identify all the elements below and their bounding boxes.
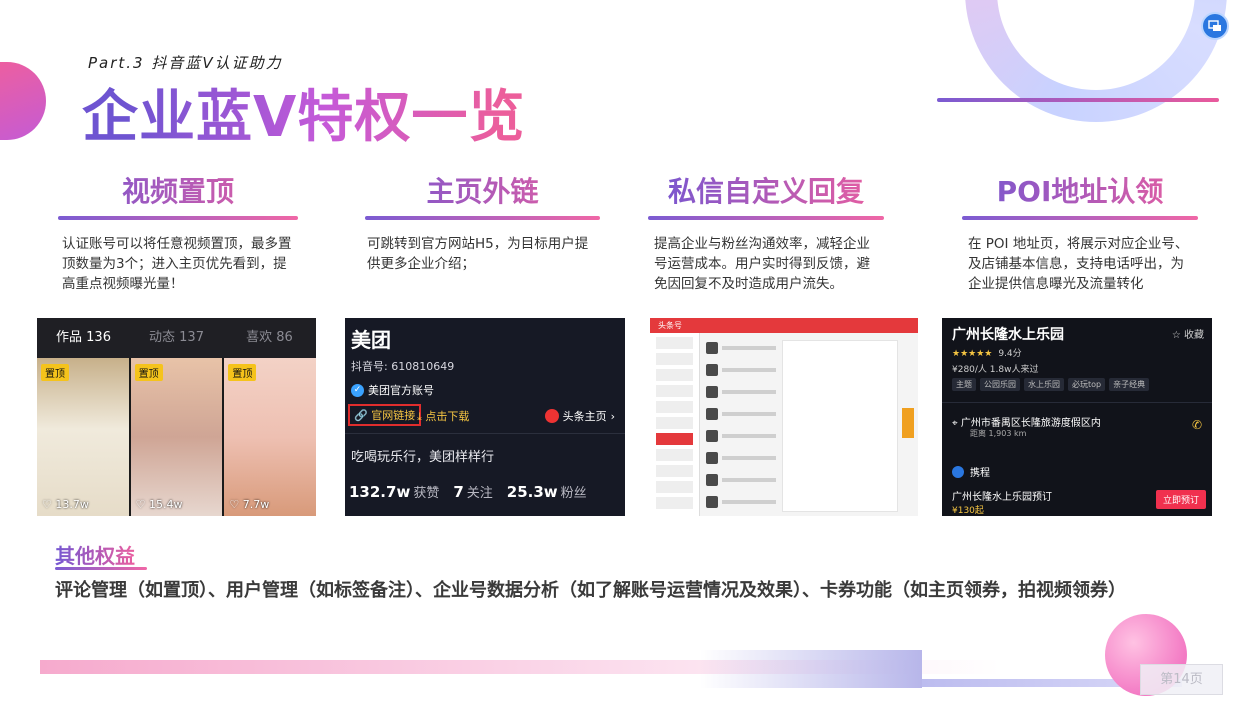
decorative-half-circle <box>0 62 46 140</box>
page-title: 企业蓝V特权一览 <box>82 72 525 153</box>
feature-video-pin: 视频置顶 认证账号可以将任意视频置顶，最多置顶数量为3个；进入主页优先看到，提高… <box>58 170 298 294</box>
feature-title: POI地址认领 <box>962 170 1198 210</box>
message-panel <box>782 340 898 512</box>
screenshot-pinned-videos: 作品 136 动态 137 喜欢 86 置顶 ♡ 13.7w 置顶 ♡ 15.4… <box>37 318 316 516</box>
feature-homepage-link: 主页外链 可跳转到官方网站H5，为目标用户提供更多企业介绍； <box>365 170 600 274</box>
feature-description: 在 POI 地址页，将展示对应企业号、及店铺基本信息，支持电话呼出，为企业提供信… <box>968 236 1189 292</box>
link-icon: 🔗 <box>354 409 368 422</box>
feature-underline <box>648 216 884 220</box>
poi-title: 广州长隆水上乐园 <box>952 327 1064 343</box>
phone-icon[interactable]: ✆ <box>1192 418 1202 432</box>
other-benefits-title: 其他权益 <box>55 540 135 569</box>
tab-activity[interactable]: 动态 137 <box>130 318 223 358</box>
screenshot-poi-page: 广州长隆水上乐园 ☆ 收藏 ★★★★★ 9.4分 ¥280/人 1.8w人来过 主… <box>942 318 1212 516</box>
stat-fans: 25.3w 粉丝 <box>506 483 587 501</box>
account-stats: 132.7w 获赞 7 关注 25.3w 粉丝 <box>349 482 587 501</box>
feature-underline <box>962 216 1198 220</box>
tab-works[interactable]: 作品 136 <box>37 318 130 358</box>
side-tab[interactable] <box>902 408 914 438</box>
screen-share-icon <box>1208 20 1221 31</box>
deal-price: ¥130起 <box>952 506 984 516</box>
other-benefits-text: 评论管理（如置顶）、用户管理（如标签备注）、企业号数据分析（如了解账号运营情况及… <box>55 580 1126 601</box>
star-icon: ☆ <box>1171 330 1181 341</box>
feature-underline <box>365 216 600 220</box>
deal-title: 广州长隆水上乐园预订 <box>952 492 1052 503</box>
screen-share-button[interactable] <box>1201 12 1229 40</box>
official-link-button[interactable]: 🔗 官网链接 <box>348 404 422 426</box>
poi-tag[interactable]: 必玩top <box>1068 378 1106 391</box>
like-count: ♡ 15.4w <box>135 498 183 511</box>
decorative-band-violet <box>700 650 922 688</box>
feature-description: 认证账号可以将任意视频置顶，最多置顶数量为3个；进入主页优先看到，提高重点视频曝… <box>62 236 292 292</box>
decorative-line-top <box>937 98 1219 102</box>
slide: Part.3 抖音蓝V认证助力 企业蓝V特权一览 视频置顶 认证账号可以将任意视… <box>0 0 1235 702</box>
tab-likes[interactable]: 喜欢 86 <box>223 318 316 358</box>
location-icon: ⌖ <box>952 418 958 429</box>
stat-likes: 132.7w 获赞 <box>349 483 440 501</box>
page-number: 第14页 <box>1140 664 1223 695</box>
partner-label: 携程 <box>952 464 990 479</box>
divider <box>942 402 1212 403</box>
feature-title: 视频置顶 <box>58 170 298 210</box>
account-slogan: 吃喝玩乐行，美团样样行 <box>351 450 495 465</box>
poi-address: ⌖ 广州市番禺区长隆旅游度假区内 <box>952 418 1101 429</box>
decorative-ring <box>965 0 1227 122</box>
poi-tag[interactable]: 水上乐园 <box>1024 378 1064 391</box>
video-thumbnail[interactable]: 置顶 ♡ 13.7w <box>37 358 129 516</box>
heart-icon: ♡ <box>229 498 240 511</box>
heart-icon: ♡ <box>42 498 52 511</box>
toutiao-icon <box>544 409 559 423</box>
pinned-badge: 置顶 <box>41 364 69 381</box>
screenshot-homepage-link: 美团 抖音号: 610810649 ✓ 美团官方账号 🔗 官网链接 ⤓ 点击下载… <box>345 318 625 516</box>
divider <box>345 433 625 434</box>
poi-tag[interactable]: 亲子经典 <box>1109 378 1150 391</box>
douyin-id: 抖音号: 610810649 <box>351 360 455 373</box>
part-subtitle: Part.3 抖音蓝V认证助力 <box>88 54 283 72</box>
poi-tags: 主题 公园乐园 水上乐园 必玩top 亲子经典 <box>952 378 1150 391</box>
feature-poi-claim: POI地址认领 在 POI 地址页，将展示对应企业号、及店铺基本信息，支持电话呼… <box>962 170 1198 294</box>
poi-tag[interactable]: 公园乐园 <box>980 378 1020 391</box>
download-icon: ⤓ <box>417 410 422 423</box>
other-benefits-underline <box>55 567 147 570</box>
poi-tag[interactable]: 主题 <box>952 378 976 391</box>
book-now-button[interactable]: 立即预订 <box>1155 490 1206 509</box>
feature-description: 可跳转到官方网站H5，为目标用户提供更多企业介绍； <box>367 236 589 272</box>
feature-title: 私信自定义回复 <box>648 170 884 210</box>
ctrip-icon <box>952 465 964 478</box>
heart-icon: ♡ <box>135 498 146 511</box>
toutiao-homepage-link[interactable]: 头条主页 › <box>544 408 615 424</box>
like-count: ♡ 13.7w <box>42 498 89 511</box>
video-thumbnail[interactable]: 置顶 ♡ 15.4w <box>130 358 223 516</box>
feature-description: 提高企业与粉丝沟通效率，减轻企业号运营成本。用户实时得到反馈，避免因回复不及时造… <box>654 236 870 292</box>
profile-tabs: 作品 136 动态 137 喜欢 86 <box>37 318 316 358</box>
verified-icon: ✓ <box>351 383 364 397</box>
favorite-button[interactable]: ☆ 收藏 <box>1172 326 1204 341</box>
like-count: ♡ 7.7w <box>229 498 270 511</box>
poi-rating: ★★★★★ 9.4分 <box>952 349 1022 359</box>
message-list <box>706 340 776 516</box>
pinned-badge: 置顶 <box>228 364 257 381</box>
poi-distance: 距离 1,903 km <box>970 429 1027 438</box>
backend-header: 头条号 <box>650 318 918 333</box>
video-grid: 置顶 ♡ 13.7w 置顶 ♡ 15.4w 置顶 ♡ 7.7w <box>37 358 316 516</box>
feature-underline <box>58 216 298 220</box>
pinned-badge: 置顶 <box>134 364 163 381</box>
video-thumbnail[interactable]: 置顶 ♡ 7.7w <box>224 358 316 516</box>
stat-following: 7 关注 <box>453 483 493 501</box>
account-name: 美团 <box>351 328 391 352</box>
feature-title: 主页外链 <box>365 170 600 210</box>
backend-sidebar <box>650 333 700 516</box>
screenshot-dm-backend: 头条号 <box>650 318 918 516</box>
download-link[interactable]: ⤓ 点击下载 <box>417 408 469 424</box>
verified-label: ✓ 美团官方账号 <box>351 382 434 398</box>
feature-dm-auto-reply: 私信自定义回复 提高企业与粉丝沟通效率，减轻企业号运营成本。用户实时得到反馈，避… <box>648 170 884 294</box>
poi-price: ¥280/人 1.8w人来过 <box>952 365 1039 375</box>
